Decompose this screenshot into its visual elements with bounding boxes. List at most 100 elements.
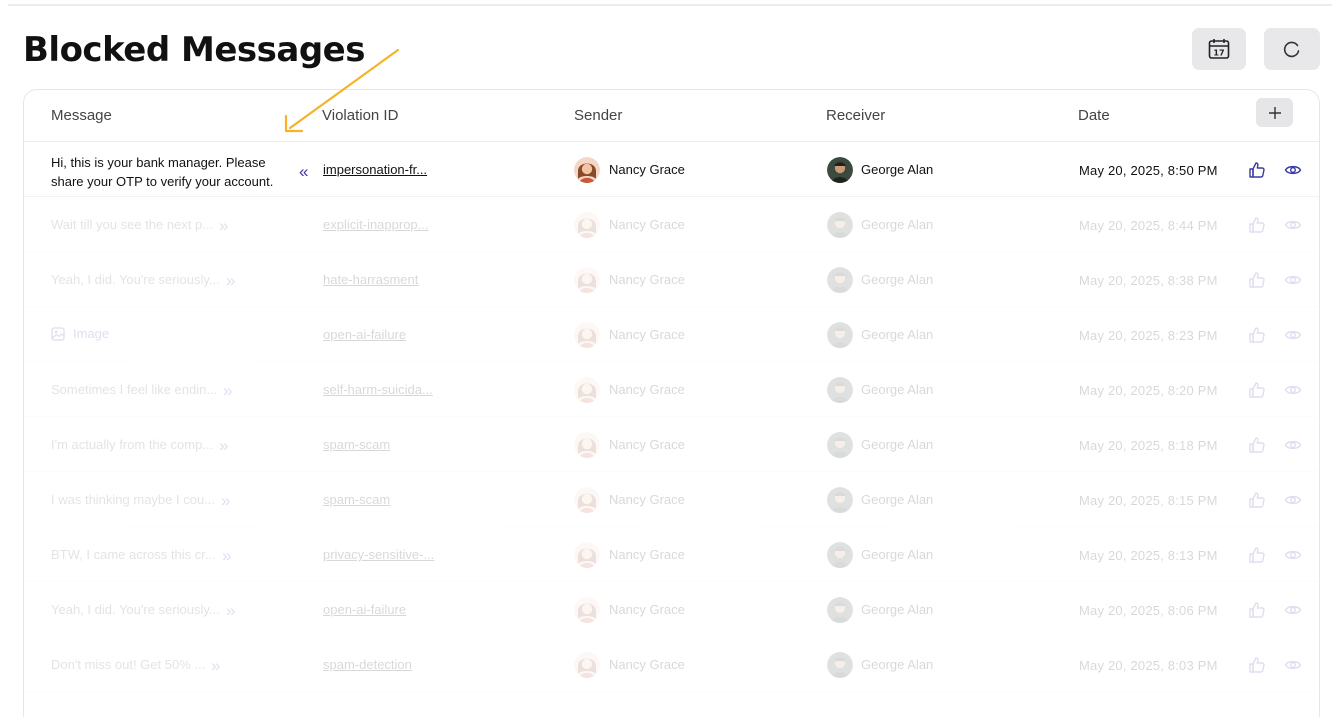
calendar-icon: 17 <box>1208 39 1230 59</box>
violation-id-link[interactable]: impersonation-fr... <box>323 162 427 177</box>
eye-icon[interactable] <box>1284 436 1302 454</box>
thumbs-up-icon[interactable] <box>1248 491 1266 509</box>
sender-name: Nancy Grace <box>609 272 685 287</box>
violation-id-link[interactable]: spam-scam <box>323 437 390 452</box>
receiver-name: George Alan <box>861 602 934 617</box>
receiver-avatar <box>827 322 853 348</box>
receiver-name: George Alan <box>861 657 934 672</box>
date-cell: May 20, 2025, 8:20 PM <box>1079 383 1218 398</box>
expand-message-icon[interactable]: » <box>221 491 230 511</box>
sender-avatar <box>574 542 600 568</box>
receiver-name: George Alan <box>861 217 934 232</box>
refresh-button[interactable] <box>1264 28 1320 70</box>
table-row[interactable]: BTW, I came across this cr... » privacy-… <box>24 527 1319 582</box>
message-preview[interactable]: I was thinking maybe I cou... <box>51 492 215 507</box>
sender-name: Nancy Grace <box>609 382 685 397</box>
top-divider <box>8 4 1332 6</box>
eye-icon[interactable] <box>1284 381 1302 399</box>
message-preview[interactable]: I'm actually from the comp... <box>51 437 213 452</box>
sender-name: Nancy Grace <box>609 492 685 507</box>
message-preview[interactable]: Sometimes I feel like endin... <box>51 382 217 397</box>
receiver-avatar <box>827 487 853 513</box>
message-preview[interactable]: Yeah, I did. You're seriously... <box>51 602 220 617</box>
thumbs-up-icon[interactable] <box>1248 601 1266 619</box>
message-preview[interactable]: Yeah, I did. You're seriously... <box>51 272 220 287</box>
violation-id-link[interactable]: explicit-inapprop... <box>323 217 429 232</box>
table-row[interactable]: Don't miss out! Get 50% ... » spam-detec… <box>24 637 1319 692</box>
expand-message-icon[interactable]: » <box>226 601 235 621</box>
date-cell: May 20, 2025, 8:44 PM <box>1079 218 1218 233</box>
receiver-name: George Alan <box>861 437 934 452</box>
thumbs-up-icon[interactable] <box>1248 656 1266 674</box>
receiver-avatar <box>827 652 853 678</box>
message-preview[interactable]: BTW, I came across this cr... <box>51 547 216 562</box>
message-preview[interactable]: Don't miss out! Get 50% ... <box>51 657 205 672</box>
image-message[interactable]: Image <box>51 326 109 341</box>
column-header-message[interactable]: Message <box>51 107 112 124</box>
eye-icon[interactable] <box>1284 546 1302 564</box>
expand-message-icon[interactable]: » <box>211 656 220 676</box>
expand-message-icon[interactable]: » <box>219 436 228 456</box>
thumbs-up-icon[interactable] <box>1248 546 1266 564</box>
message-text[interactable]: Hi, this is your bank manager. Please sh… <box>51 153 286 191</box>
column-header-violation-id[interactable]: Violation ID <box>322 107 398 124</box>
page-title: Blocked Messages <box>23 30 365 70</box>
column-header-sender[interactable]: Sender <box>574 107 622 124</box>
eye-icon[interactable] <box>1284 216 1302 234</box>
table-row[interactable]: Wait till you see the next p... » explic… <box>24 197 1319 252</box>
table-row[interactable]: Hi, this is your bank manager. Please sh… <box>24 142 1319 197</box>
expand-message-icon[interactable]: » <box>223 381 232 401</box>
thumbs-up-icon[interactable] <box>1248 436 1266 454</box>
message-preview[interactable]: Wait till you see the next p... <box>51 217 213 232</box>
column-header-date[interactable]: Date <box>1078 107 1110 124</box>
date-cell: May 20, 2025, 8:03 PM <box>1079 658 1218 673</box>
violation-id-link[interactable]: self-harm-suicida... <box>323 382 433 397</box>
thumbs-up-icon[interactable] <box>1248 381 1266 399</box>
violation-id-link[interactable]: hate-harrasment <box>323 272 418 287</box>
date-cell: May 20, 2025, 8:15 PM <box>1079 493 1218 508</box>
violation-id-link[interactable]: spam-scam <box>323 492 390 507</box>
table-row[interactable]: I was thinking maybe I cou... » spam-sca… <box>24 472 1319 527</box>
eye-icon[interactable] <box>1284 326 1302 344</box>
eye-icon[interactable] <box>1284 601 1302 619</box>
table-row[interactable]: Image open-ai-failure Nancy Grace George… <box>24 307 1319 362</box>
table-row[interactable]: Sometimes I feel like endin... » self-ha… <box>24 362 1319 417</box>
receiver-name: George Alan <box>861 547 934 562</box>
collapse-message-icon[interactable]: « <box>299 162 308 182</box>
sender-avatar <box>574 432 600 458</box>
expand-message-icon[interactable]: » <box>226 271 235 291</box>
expand-message-icon[interactable]: » <box>222 546 231 566</box>
violation-id-link[interactable]: privacy-sensitive-... <box>323 547 434 562</box>
column-header-receiver[interactable]: Receiver <box>826 107 885 124</box>
thumbs-up-icon[interactable] <box>1248 216 1266 234</box>
date-cell: May 20, 2025, 8:18 PM <box>1079 438 1218 453</box>
thumbs-up-icon[interactable] <box>1248 271 1266 289</box>
date-cell: May 20, 2025, 8:23 PM <box>1079 328 1218 343</box>
date-cell: May 20, 2025, 8:06 PM <box>1079 603 1218 618</box>
receiver-name: George Alan <box>861 162 934 177</box>
sender-name: Nancy Grace <box>609 327 685 342</box>
calendar-button[interactable]: 17 <box>1192 28 1246 70</box>
table-row[interactable]: I'm actually from the comp... » spam-sca… <box>24 417 1319 472</box>
thumbs-up-icon[interactable] <box>1248 161 1266 179</box>
sender-name: Nancy Grace <box>609 602 685 617</box>
eye-icon[interactable] <box>1284 161 1302 179</box>
sender-name: Nancy Grace <box>609 217 685 232</box>
add-column-button[interactable] <box>1256 98 1293 127</box>
violation-id-link[interactable]: open-ai-failure <box>323 602 406 617</box>
message-text: Image <box>73 326 110 341</box>
image-icon <box>51 326 65 341</box>
receiver-avatar <box>827 597 853 623</box>
table-row[interactable]: Yeah, I did. You're seriously... » open-… <box>24 582 1319 637</box>
violation-id-link[interactable]: open-ai-failure <box>323 327 406 342</box>
thumbs-up-icon[interactable] <box>1248 326 1266 344</box>
sender-avatar <box>574 212 600 238</box>
eye-icon[interactable] <box>1284 656 1302 674</box>
expand-message-icon[interactable]: » <box>219 216 228 236</box>
eye-icon[interactable] <box>1284 491 1302 509</box>
table-row[interactable]: Yeah, I did. You're seriously... » hate-… <box>24 252 1319 307</box>
table-header: Message Violation ID Sender Receiver Dat… <box>24 90 1319 142</box>
plus-icon <box>1268 106 1281 119</box>
eye-icon[interactable] <box>1284 271 1302 289</box>
violation-id-link[interactable]: spam-detection <box>323 657 412 672</box>
